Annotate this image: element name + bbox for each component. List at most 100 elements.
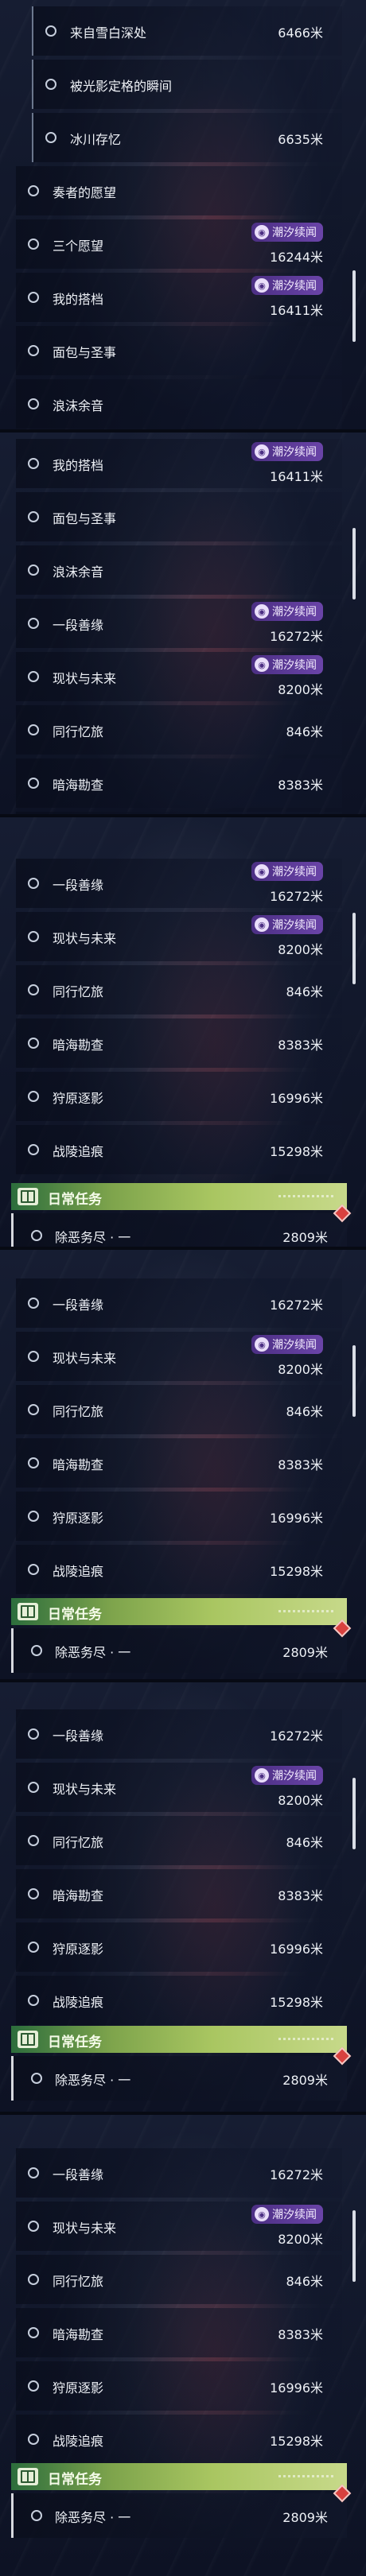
quest-name: 一段善缘	[53, 2167, 104, 2182]
quest-row[interactable]: 战陵追痕 15298米	[16, 2415, 342, 2464]
daily-task-row[interactable]: 除恶务尽 · 一 2809米	[11, 2484, 352, 2538]
quest-row[interactable]: 暗海勘查 8383米	[16, 2308, 342, 2357]
quest-row[interactable]: 面包与圣事	[16, 326, 342, 375]
scrollbar-thumb[interactable]	[352, 913, 356, 984]
quest-name: 浪沫余音	[53, 398, 104, 413]
quest-bullet-icon	[28, 1038, 39, 1049]
daily-task-row[interactable]: 除恶务尽 · 一 2809米	[11, 2046, 352, 2101]
scrollbar-thumb[interactable]	[352, 1778, 356, 1849]
quest-row[interactable]: 同行忆旅 846米	[16, 965, 342, 1014]
quest-row[interactable]: 一段善缘 16272米	[16, 1278, 342, 1328]
scrollbar-thumb[interactable]	[352, 270, 356, 342]
quest-row[interactable]: 现状与未来 ◉ 潮汐续闻 8200米	[16, 1763, 342, 1812]
chaoxi-tag: ◉ 潮汐续闻	[251, 602, 323, 621]
quest-name: 同行忆旅	[53, 724, 104, 739]
quest-bullet-icon	[28, 239, 39, 250]
book-icon	[18, 2031, 38, 2048]
header-decoration	[278, 1195, 334, 1197]
quest-name: 面包与圣事	[53, 345, 117, 360]
quest-row[interactable]: 狩原逐影 16996米	[16, 2361, 342, 2411]
daily-task-row[interactable]: 除恶务尽 · 一 2809米	[11, 1204, 352, 1247]
quest-bullet-icon	[28, 564, 39, 576]
quest-name: 被光影定格的瞬间	[70, 79, 173, 94]
scrollbar-thumb[interactable]	[352, 2210, 356, 2282]
daily-task-row[interactable]: 除恶务尽 · 一 2809米	[11, 1619, 352, 1673]
quest-row[interactable]: 暗海勘查 8383米	[16, 1869, 342, 1918]
quest-row[interactable]: 现状与未来 ◉ 潮汐续闻 8200米	[16, 652, 342, 701]
quest-name: 来自雪白深处	[70, 25, 147, 41]
quest-bullet-icon	[28, 1404, 39, 1415]
daily-task-name: 除恶务尽 · 一	[55, 1645, 131, 1660]
chaoxi-tag-label: 潮汐续闻	[272, 1770, 317, 1783]
quest-row[interactable]: 我的搭档 ◉ 潮汐续闻 16411米	[16, 439, 342, 488]
quest-row[interactable]: 狩原逐影 16996米	[16, 1492, 342, 1541]
quest-row[interactable]: 暗海勘查 8383米	[16, 1438, 342, 1488]
quest-row[interactable]: 同行忆旅 846米	[16, 2255, 342, 2304]
tide-icon: ◉	[255, 2207, 269, 2221]
quest-name: 同行忆旅	[53, 1835, 104, 1850]
quest-row[interactable]: 浪沫余音	[16, 545, 342, 595]
quest-row[interactable]: 来自雪白深处 6466米	[32, 6, 342, 56]
quest-row[interactable]: 现状与未来 ◉ 潮汐续闻 8200米	[16, 1332, 342, 1381]
daily-bullet-icon	[31, 2073, 42, 2084]
quest-distance: 8200米	[278, 942, 323, 957]
book-icon	[18, 1603, 38, 1620]
quest-bullet-icon	[28, 345, 39, 356]
quest-bullet-icon	[28, 1782, 39, 1793]
quest-row[interactable]: 我的搭档 ◉ 潮汐续闻 16411米	[16, 273, 342, 322]
quest-row[interactable]: 被光影定格的瞬间	[32, 60, 342, 109]
quest-row[interactable]: 一段善缘 ◉ 潮汐续闻 16272米	[16, 859, 342, 908]
chaoxi-tag: ◉ 潮汐续闻	[251, 276, 323, 295]
quest-row[interactable]: 面包与圣事	[16, 492, 342, 541]
quest-row[interactable]: 三个愿望 ◉ 潮汐续闻 16244米	[16, 219, 342, 269]
header-decoration	[278, 2475, 334, 2477]
quest-distance: 8200米	[278, 1793, 323, 1808]
quest-name: 狩原逐影	[53, 1091, 104, 1106]
daily-tasks-title: 日常任务	[48, 2035, 102, 2050]
quest-bullet-icon	[28, 1728, 39, 1740]
header-decoration	[278, 1610, 334, 1612]
quest-panel: 一段善缘 16272米 现状与未来 ◉ 潮汐续闻 8200米 同行忆旅 846米 暗海勘查 838…	[0, 2115, 366, 2576]
quest-row[interactable]: 同行忆旅 846米	[16, 1385, 342, 1434]
quest-row[interactable]: 同行忆旅 846米	[16, 1816, 342, 1865]
quest-name: 现状与未来	[53, 671, 117, 686]
daily-tasks-header: 日常任务	[11, 1183, 347, 1210]
quest-row[interactable]: 同行忆旅 846米	[16, 705, 342, 755]
quest-row[interactable]: 一段善缘 ◉ 潮汐续闻 16272米	[16, 599, 342, 648]
tide-icon: ◉	[255, 604, 269, 619]
quest-row[interactable]: 暗海勘查 8383米	[16, 1018, 342, 1068]
daily-task-name: 除恶务尽 · 一	[55, 1230, 131, 1245]
quest-row[interactable]: 战陵追痕 15298米	[16, 1545, 342, 1594]
quest-distance: 8200米	[278, 1362, 323, 1377]
quest-name: 一段善缘	[53, 878, 104, 893]
quest-row[interactable]: 一段善缘 16272米	[16, 1709, 342, 1759]
quest-distance: 16996米	[270, 1942, 323, 1957]
quest-row[interactable]: 暗海勘查 8383米	[16, 758, 342, 808]
quest-name: 同行忆旅	[53, 984, 104, 999]
quest-row[interactable]: 一段善缘 16272米	[16, 2148, 342, 2198]
scrollbar-thumb[interactable]	[352, 1345, 356, 1417]
quest-row[interactable]: 狩原逐影 16996米	[16, 1922, 342, 1972]
quest-row[interactable]: 现状与未来 ◉ 潮汐续闻 8200米	[16, 912, 342, 961]
quest-bullet-icon	[28, 1351, 39, 1362]
quest-distance: 846米	[286, 1835, 323, 1850]
scrollbar-thumb[interactable]	[352, 528, 356, 599]
quest-distance: 15298米	[270, 1564, 323, 1579]
quest-name: 暗海勘查	[53, 1888, 104, 1903]
quest-row[interactable]: 战陵追痕 15298米	[16, 1125, 342, 1174]
tide-icon: ◉	[255, 658, 269, 672]
quest-row[interactable]: 现状与未来 ◉ 潮汐续闻 8200米	[16, 2202, 342, 2251]
quest-row[interactable]: 战陵追痕 15298米	[16, 1976, 342, 2025]
quest-name: 暗海勘查	[53, 778, 104, 793]
quest-row[interactable]: 冰川存忆 6635米	[32, 113, 342, 162]
quest-bullet-icon	[28, 1091, 39, 1102]
quest-row[interactable]: 狩原逐影 16996米	[16, 1072, 342, 1121]
quest-row[interactable]: 浪沫余音	[16, 379, 342, 429]
daily-tasks-header: 日常任务	[11, 1598, 347, 1625]
chaoxi-tag-label: 潮汐续闻	[272, 2209, 317, 2221]
quest-distance: 16244米	[270, 250, 323, 265]
quest-row[interactable]: 奏者的愿望	[16, 166, 342, 215]
quest-panel: 一段善缘 16272米 现状与未来 ◉ 潮汐续闻 8200米 同行忆旅 846米 暗海勘查 838…	[0, 1250, 366, 1679]
quest-bullet-icon	[28, 1457, 39, 1468]
book-icon	[18, 1188, 38, 1205]
